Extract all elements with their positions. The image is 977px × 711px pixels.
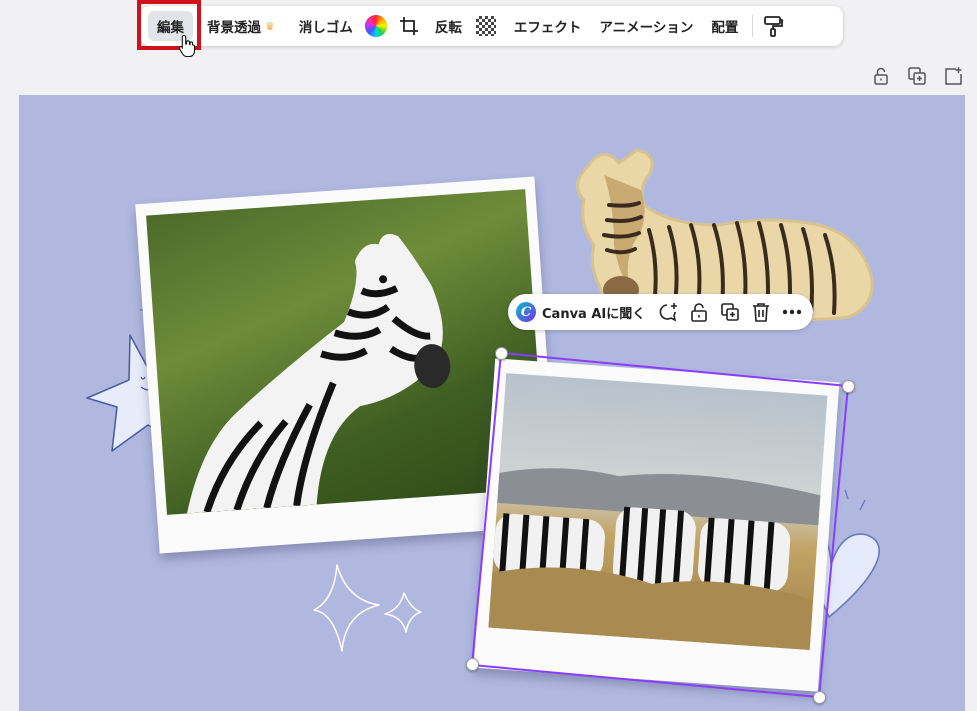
flip-label: 反転: [434, 20, 462, 36]
lock-page-icon[interactable]: [871, 66, 891, 86]
eraser-button[interactable]: 消しゴム: [291, 11, 361, 41]
zebra-photo-2[interactable]: [488, 373, 828, 650]
position-button[interactable]: 配置: [703, 11, 746, 41]
position-label: 配置: [711, 20, 739, 36]
zebra-photo-frame-2[interactable]: [473, 358, 840, 692]
image-toolbar: 編集 背景透過 ♛ 消しゴム 反転 エフェクト アニメーション 配置: [140, 6, 843, 46]
edit-label: 編集: [157, 20, 184, 36]
resize-handle-top-left[interactable]: [495, 347, 508, 360]
effects-button[interactable]: エフェクト: [506, 11, 590, 41]
crop-icon: [399, 17, 418, 35]
copy-style-icon: [764, 16, 784, 37]
duplicate-page-icon[interactable]: [907, 66, 927, 86]
transparency-icon: [475, 16, 496, 36]
animation-button[interactable]: アニメーション: [591, 11, 701, 41]
canva-ai-logo-icon: C: [516, 302, 536, 322]
color-wheel-icon: [364, 15, 387, 37]
toolbar-divider: [752, 15, 754, 37]
crop-button[interactable]: [391, 11, 427, 41]
flip-button[interactable]: 反転: [427, 11, 470, 41]
comment-icon[interactable]: [657, 301, 679, 323]
transparency-button[interactable]: [470, 11, 502, 41]
trash-icon[interactable]: [750, 301, 772, 323]
more-icon[interactable]: [781, 301, 803, 323]
crown-icon: ♛: [265, 19, 275, 33]
eraser-label: 消しゴム: [298, 20, 353, 36]
animation-label: アニメーション: [599, 20, 694, 36]
sparkles-doodle: [313, 564, 422, 652]
background-remove-label: 背景透過: [207, 20, 261, 36]
resize-handle-bottom-left[interactable]: [466, 658, 479, 671]
zebra-photo-1[interactable]: [146, 189, 547, 515]
add-page-icon[interactable]: [943, 66, 963, 86]
background-remove-button[interactable]: 背景透過 ♛: [199, 11, 283, 41]
zebra-illustration-1: [186, 234, 451, 514]
lock-icon[interactable]: [688, 301, 710, 323]
effects-label: エフェクト: [513, 20, 582, 36]
element-context-menu: C Canva AIに聞く: [508, 294, 813, 330]
zebra-herd-illustration: [488, 468, 821, 650]
design-canvas[interactable]: [19, 95, 965, 711]
color-button[interactable]: [361, 11, 391, 41]
hand-cursor-icon: [178, 34, 196, 58]
duplicate-icon[interactable]: [719, 301, 741, 323]
resize-handle-top-right[interactable]: [842, 380, 855, 393]
resize-handle-bottom-right[interactable]: [813, 691, 826, 704]
copy-style-button[interactable]: [759, 11, 787, 41]
ask-canva-ai-button[interactable]: Canva AIに聞く: [542, 303, 645, 322]
